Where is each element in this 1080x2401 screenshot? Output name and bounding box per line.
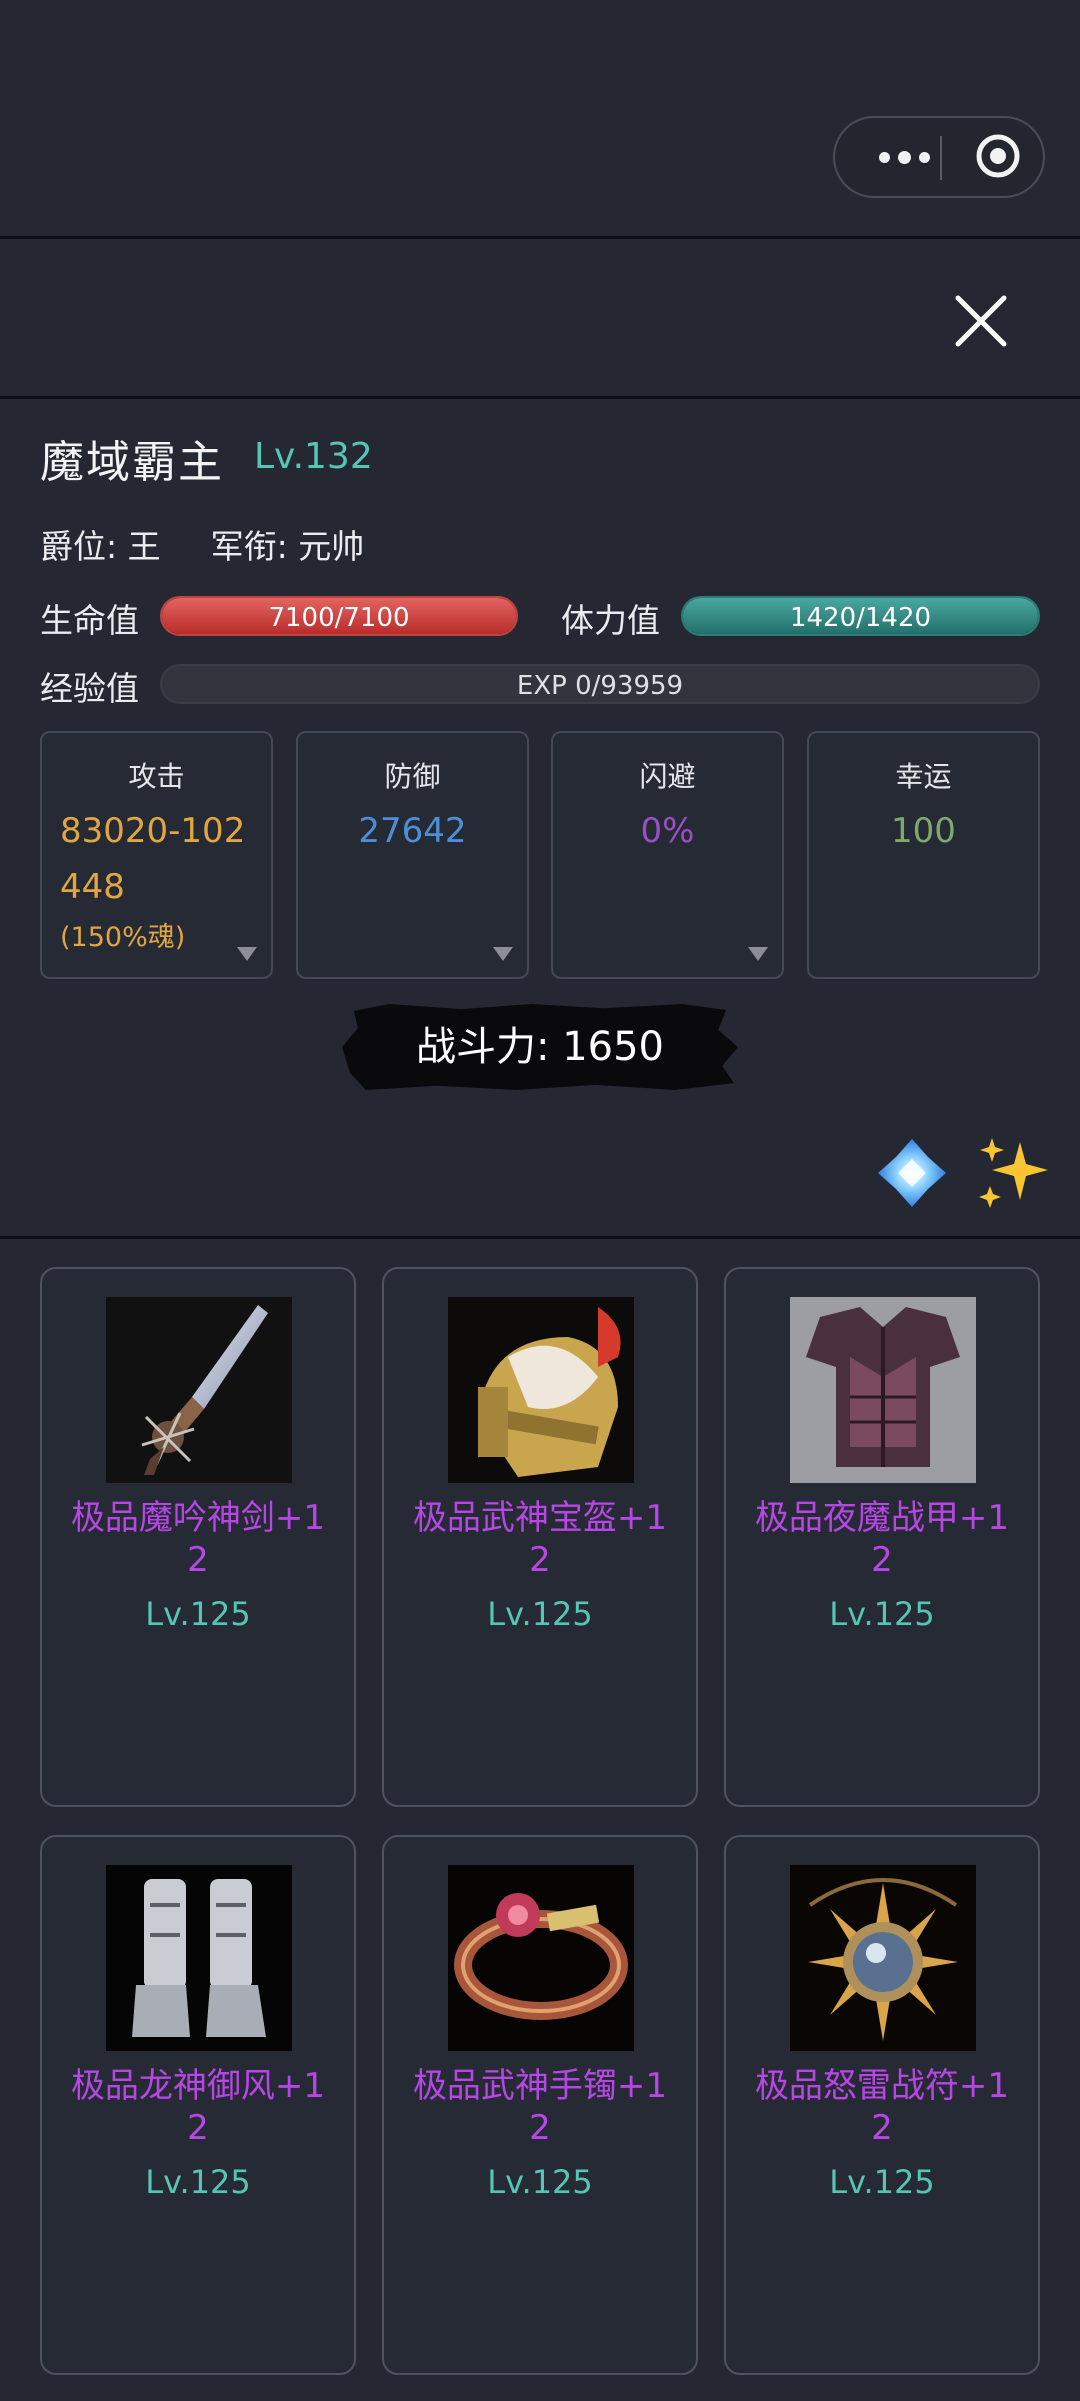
equipment-card-helmet[interactable]: 极品武神宝盔+12 Lv.125 xyxy=(382,1267,698,1807)
equipment-level: Lv.125 xyxy=(145,1595,251,1633)
top-bar xyxy=(0,0,1080,236)
sword-icon xyxy=(106,1297,292,1483)
equipment-level: Lv.125 xyxy=(145,2163,251,2201)
blue-gem-icon[interactable] xyxy=(876,1137,948,1209)
divider-header xyxy=(0,396,1080,399)
character-name: 魔域霸主 xyxy=(40,437,224,488)
equipment-name: 极品魔吟神剑+12 xyxy=(70,1498,326,1580)
character-title: 军衔: 元帅 xyxy=(210,527,365,566)
chevron-down-icon xyxy=(237,947,257,961)
equipment-level: Lv.125 xyxy=(487,1595,593,1633)
target-circle-icon[interactable] xyxy=(975,133,1021,179)
stat-dodge-label: 闪避 xyxy=(639,760,696,793)
capsule-divider xyxy=(940,136,942,180)
divider-equipment xyxy=(0,1236,1080,1239)
stat-dodge-value: 0% xyxy=(640,811,695,851)
stat-dodge[interactable]: 闪避 0% xyxy=(551,731,784,979)
stamina-value: 1420/1420 xyxy=(789,603,932,633)
stat-luck-value: 100 xyxy=(891,811,956,851)
equipment-card-armor[interactable]: 极品夜魔战甲+12 Lv.125 xyxy=(724,1267,1040,1807)
equipment-card-bracelet[interactable]: 极品武神手镯+12 Lv.125 xyxy=(382,1835,698,2375)
more-dots-icon[interactable] xyxy=(865,118,943,196)
bracelet-icon xyxy=(448,1865,634,2051)
hp-bar: 7100/7100 xyxy=(160,596,518,636)
boots-icon xyxy=(106,1865,292,2051)
equipment-name: 极品武神宝盔+12 xyxy=(412,1498,668,1580)
stat-attack-label: 攻击 xyxy=(128,760,185,793)
character-rank-line: 爵位: 王 军衔: 元帅 xyxy=(40,520,414,568)
chevron-down-icon xyxy=(493,947,513,961)
equipment-card-boots[interactable]: 极品龙神御风+12 Lv.125 xyxy=(40,1835,356,2375)
helmet-icon xyxy=(448,1297,634,1483)
hp-value: 7100/7100 xyxy=(268,603,410,633)
capsule-menu xyxy=(833,116,1045,198)
equipment-name: 极品怒雷战符+12 xyxy=(754,2066,1010,2148)
hp-label: 生命值 xyxy=(40,601,139,640)
stamina-bar: 1420/1420 xyxy=(681,596,1040,636)
stat-luck: 幸运 100 xyxy=(807,731,1040,979)
close-x-icon[interactable] xyxy=(952,292,1010,350)
character-rank: 爵位: 王 xyxy=(40,527,161,566)
armor-icon xyxy=(790,1297,976,1483)
character-level: Lv.132 xyxy=(254,436,373,477)
stamina-label: 体力值 xyxy=(561,601,660,640)
stat-defense-value: 27642 xyxy=(358,811,467,851)
stat-attack-note: (150%魂) xyxy=(60,922,186,953)
chevron-down-icon xyxy=(748,947,768,961)
exp-bar: EXP 0/93959 xyxy=(160,664,1040,704)
equipment-card-amulet[interactable]: 极品怒雷战符+12 Lv.125 xyxy=(724,1835,1040,2375)
equipment-name: 极品夜魔战甲+12 xyxy=(754,1498,1010,1580)
exp-value: EXP 0/93959 xyxy=(516,671,684,701)
equipment-name: 极品武神手镯+12 xyxy=(412,2066,668,2148)
divider-top xyxy=(0,236,1080,239)
stat-defense-label: 防御 xyxy=(384,760,441,793)
equipment-level: Lv.125 xyxy=(487,2163,593,2201)
stat-luck-label: 幸运 xyxy=(895,760,952,793)
equipment-level: Lv.125 xyxy=(829,2163,935,2201)
combat-power-banner: 战斗力: 1650 xyxy=(342,1004,738,1090)
equipment-level: Lv.125 xyxy=(829,1595,935,1633)
stat-attack-value: 83020-102448 xyxy=(60,811,246,907)
stat-defense[interactable]: 防御 27642 xyxy=(296,731,529,979)
equipment-name: 极品龙神御风+12 xyxy=(70,2066,326,2148)
sparkles-icon[interactable] xyxy=(974,1134,1054,1214)
equipment-card-weapon[interactable]: 极品魔吟神剑+12 Lv.125 xyxy=(40,1267,356,1807)
stat-attack[interactable]: 攻击 83020-102448 (150%魂) xyxy=(40,731,273,979)
amulet-icon xyxy=(790,1865,976,2051)
exp-label: 经验值 xyxy=(40,669,139,708)
